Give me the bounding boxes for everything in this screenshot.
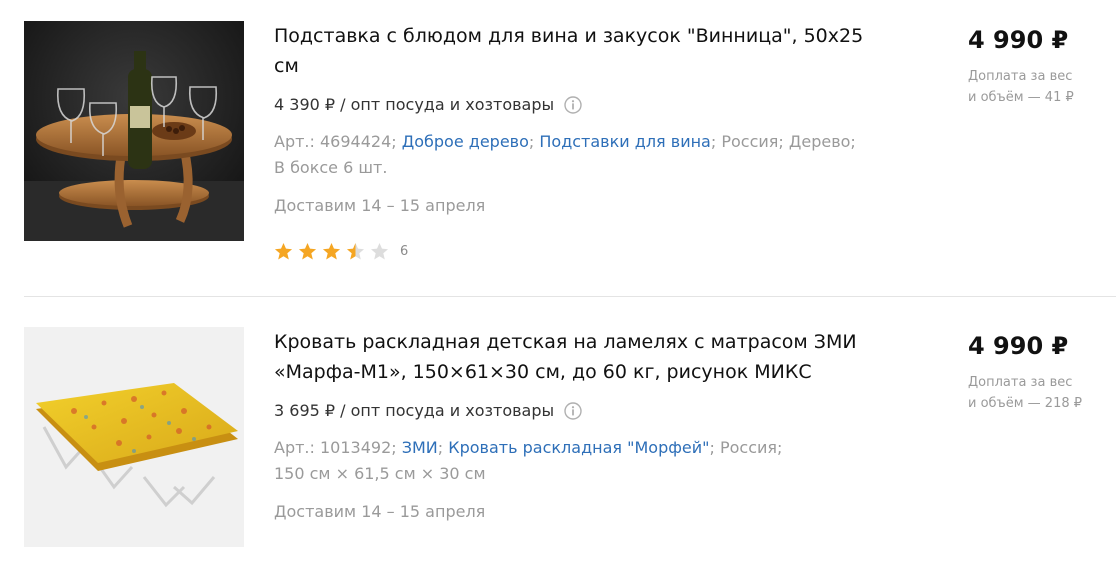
product-price: 4 990 ₽: [968, 26, 1069, 54]
product-meta: Арт.: 1013492; ЗМИ; Кровать раскладная "…: [274, 438, 783, 483]
surcharge-amount: и объём — 218 ₽: [968, 396, 1083, 411]
product-list: Подставка с блюдом для вина и закусок "В…: [0, 0, 1116, 561]
product-card: Подставка с блюдом для вина и закусок "В…: [0, 0, 1116, 296]
star-filled-icon: [298, 242, 317, 260]
surcharge-amount: и объём — 41 ₽: [968, 90, 1074, 105]
product-image-wine-stand[interactable]: [24, 21, 244, 241]
product-dimensions: 150 см × 61,5 см × 30 см: [274, 464, 486, 483]
star-filled-icon: [274, 242, 293, 260]
category-link[interactable]: Кровать раскладная "Морфей": [448, 438, 709, 457]
wholesale-price: 3 695 ₽ / опт посуда и хозтовары: [274, 400, 582, 422]
wine-stand-photo-icon: [24, 21, 244, 241]
product-card: Кровать раскладная детская на ламелях с …: [0, 297, 1116, 561]
wholesale-price: 4 390 ₽ / опт посуда и хозтовары: [274, 94, 582, 116]
star-half-icon: [346, 242, 365, 260]
article-number: Арт.: 1013492;: [274, 438, 397, 457]
article-number: Арт.: 4694424;: [274, 132, 397, 151]
wholesale-price-text: 4 390 ₽ / опт посуда и хозтовары: [274, 95, 555, 114]
info-icon[interactable]: [564, 96, 582, 114]
product-image-folding-bed[interactable]: [24, 327, 244, 547]
origin-material: ; Россия; Дерево;: [710, 132, 856, 151]
folding-bed-photo-icon: [24, 327, 244, 547]
brand-link[interactable]: ЗМИ: [402, 438, 438, 457]
weight-surcharge: Доплата за вес и объём — 41 ₽: [968, 66, 1108, 108]
product-meta: Арт.: 4694424; Доброе дерево; Подставки …: [274, 132, 856, 177]
star-empty-icon: [370, 242, 389, 260]
weight-surcharge: Доплата за вес и объём — 218 ₽: [968, 372, 1108, 414]
origin-country: ; Россия;: [709, 438, 783, 457]
rating[interactable]: 6: [274, 242, 408, 261]
delivery-date: Доставим 14 – 15 апреля: [274, 196, 486, 215]
star-filled-icon: [322, 242, 341, 260]
brand-link[interactable]: Доброе дерево: [402, 132, 529, 151]
rating-count: 6: [400, 244, 409, 259]
box-quantity: В боксе 6 шт.: [274, 158, 388, 177]
surcharge-label: Доплата за вес: [968, 69, 1073, 84]
delivery-date: Доставим 14 – 15 апреля: [274, 502, 486, 521]
surcharge-label: Доплата за вес: [968, 375, 1073, 390]
wholesale-price-text: 3 695 ₽ / опт посуда и хозтовары: [274, 401, 555, 420]
category-link[interactable]: Подставки для вина: [539, 132, 710, 151]
product-title[interactable]: Подставка с блюдом для вина и закусок "В…: [274, 21, 874, 81]
product-price: 4 990 ₽: [968, 332, 1069, 360]
product-title[interactable]: Кровать раскладная детская на ламелях с …: [274, 327, 874, 387]
info-icon[interactable]: [564, 402, 582, 420]
